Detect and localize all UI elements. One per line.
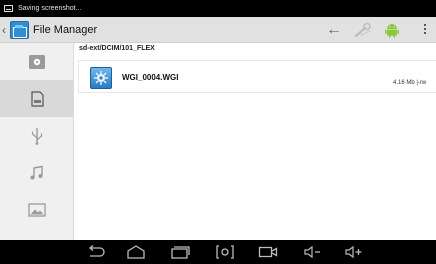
overflow-menu-icon[interactable] bbox=[424, 24, 427, 36]
volume-down-icon[interactable] bbox=[303, 244, 323, 260]
chevron-left-icon[interactable]: ‹ bbox=[2, 23, 8, 37]
status-bar: Saving screenshot... bbox=[0, 0, 436, 17]
app-title: File Manager bbox=[33, 24, 98, 36]
file-list-item[interactable]: WGI_0004.WGI 4.16 Mb |-rw bbox=[78, 60, 436, 93]
recent-apps-icon[interactable] bbox=[170, 244, 190, 260]
camera-icon[interactable] bbox=[258, 244, 278, 260]
back-arrow-icon[interactable]: ← bbox=[326, 20, 342, 40]
screenshot-notification-icon bbox=[4, 5, 13, 12]
android-icon[interactable] bbox=[384, 22, 400, 38]
sd-card-icon bbox=[31, 90, 44, 107]
file-manager-app-icon[interactable] bbox=[10, 21, 29, 39]
status-notification-text: Saving screenshot... bbox=[18, 5, 82, 12]
sidebar-item-usb[interactable] bbox=[0, 117, 74, 154]
pictures-icon bbox=[28, 202, 46, 217]
file-browser: sd-ext/DCIM/101_FLEX WGI_0004.WGI 4.16 M… bbox=[74, 43, 436, 240]
system-nav-bar bbox=[0, 240, 436, 264]
music-icon bbox=[30, 165, 43, 179]
usb-icon bbox=[31, 127, 43, 145]
sidebar-item-sd-card[interactable] bbox=[0, 80, 74, 117]
file-type-icon bbox=[90, 67, 112, 89]
file-name: WGI_0004.WGI bbox=[122, 73, 179, 82]
home-icon[interactable] bbox=[126, 244, 146, 260]
sidebar-item-music[interactable] bbox=[0, 154, 74, 191]
file-size-value: 4.16 Mb bbox=[393, 80, 415, 86]
sidebar-item-pictures[interactable] bbox=[0, 191, 74, 228]
sidebar-item-internal-storage[interactable] bbox=[0, 43, 74, 80]
file-size: 4.16 Mb |-rw bbox=[393, 80, 426, 86]
file-permissions: |-rw bbox=[416, 80, 427, 86]
volume-up-icon[interactable] bbox=[344, 244, 364, 260]
current-path: sd-ext/DCIM/101_FLEX bbox=[79, 45, 155, 52]
tools-icon[interactable] bbox=[353, 22, 373, 38]
screenshot-icon[interactable] bbox=[215, 244, 235, 260]
action-bar: ‹ File Manager ← bbox=[0, 17, 436, 43]
internal-storage-icon bbox=[29, 54, 45, 69]
back-icon[interactable] bbox=[86, 244, 106, 260]
storage-sidebar bbox=[0, 43, 74, 240]
